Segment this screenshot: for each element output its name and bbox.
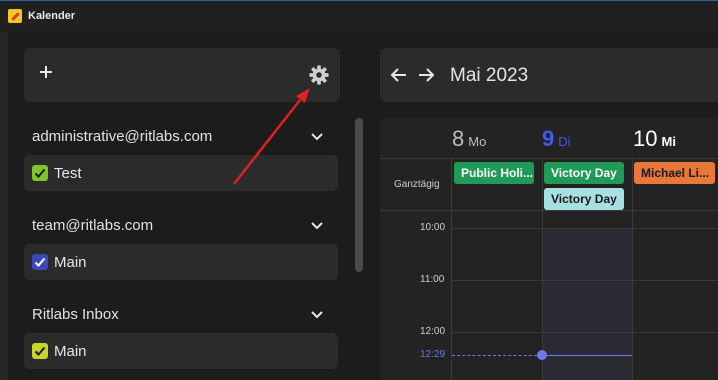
title-bar: Kalender: [0, 0, 718, 32]
window-edge: [0, 32, 8, 380]
calendar-item-label: Main: [54, 254, 87, 271]
event-victory-day[interactable]: Victory Day: [544, 162, 624, 184]
event-michael[interactable]: Michael Li...: [634, 162, 715, 184]
time-label: 10:00: [420, 222, 446, 233]
day-number: 8: [452, 126, 465, 151]
gear-icon[interactable]: [308, 64, 330, 86]
time-label: 12:00: [420, 326, 446, 337]
account-label-ritlabs-inbox[interactable]: Ritlabs Inbox: [32, 306, 119, 323]
sidebar-toolbar: [24, 48, 340, 102]
calendar-item-test[interactable]: Test: [24, 155, 338, 191]
month-title: Mai 2023: [450, 65, 529, 86]
calendar-item-main-team[interactable]: Main: [24, 244, 338, 280]
checkbox-checked-icon[interactable]: [32, 254, 48, 270]
calendar-app-icon: [8, 9, 22, 23]
today-column: [542, 228, 632, 380]
day-number: 9: [542, 126, 555, 151]
current-time-indicator: [452, 355, 542, 356]
checkbox-checked-icon[interactable]: [32, 343, 48, 359]
arrow-left-icon[interactable]: [390, 66, 408, 84]
hour-line: [452, 280, 718, 281]
day-number: 10: [633, 126, 658, 151]
day-header-di[interactable]: 9 Di: [542, 126, 571, 160]
calendar-nav-bar: Mai 2023: [380, 48, 718, 102]
account-label-team[interactable]: team@ritlabs.com: [32, 217, 153, 234]
current-time-line: [542, 355, 632, 356]
day-header-mi[interactable]: 10 Mi: [633, 126, 676, 160]
chevron-down-icon[interactable]: [310, 132, 324, 142]
sidebar-scrollbar[interactable]: [355, 118, 363, 272]
time-label: 11:00: [420, 274, 445, 285]
plus-icon[interactable]: [36, 62, 56, 82]
event-public-holiday[interactable]: Public Holi...: [454, 162, 534, 184]
all-day-label: Ganztägig: [394, 179, 440, 190]
calendar-item-main-inbox[interactable]: Main: [24, 333, 338, 369]
weekday-label: Di: [558, 134, 571, 149]
weekday-label: Mi: [661, 134, 676, 149]
week-view: 8 Mo 9 Di 10 Mi Ganztägig Public Holi... Vi…: [380, 118, 718, 380]
calendar-item-label: Test: [54, 165, 82, 182]
day-header-mo[interactable]: 8 Mo: [452, 126, 486, 160]
account-label-administrative[interactable]: administrative@ritlabs.com: [32, 128, 212, 145]
arrow-right-icon[interactable]: [417, 66, 435, 84]
divider: [451, 158, 452, 380]
checkbox-checked-icon[interactable]: [32, 165, 48, 181]
divider: [632, 158, 633, 380]
calendar-item-label: Main: [54, 343, 87, 360]
current-time-dot: [537, 350, 547, 360]
divider: [380, 158, 718, 159]
weekday-label: Mo: [468, 134, 487, 149]
window-title: Kalender: [28, 10, 76, 22]
divider: [542, 158, 543, 380]
event-victory-day-2[interactable]: Victory Day: [544, 188, 624, 210]
hour-line: [452, 332, 718, 333]
chevron-down-icon[interactable]: [310, 310, 324, 320]
chevron-down-icon[interactable]: [310, 221, 324, 231]
divider: [380, 210, 718, 211]
current-time-label: 12:29: [420, 349, 446, 360]
hour-line: [452, 228, 718, 229]
